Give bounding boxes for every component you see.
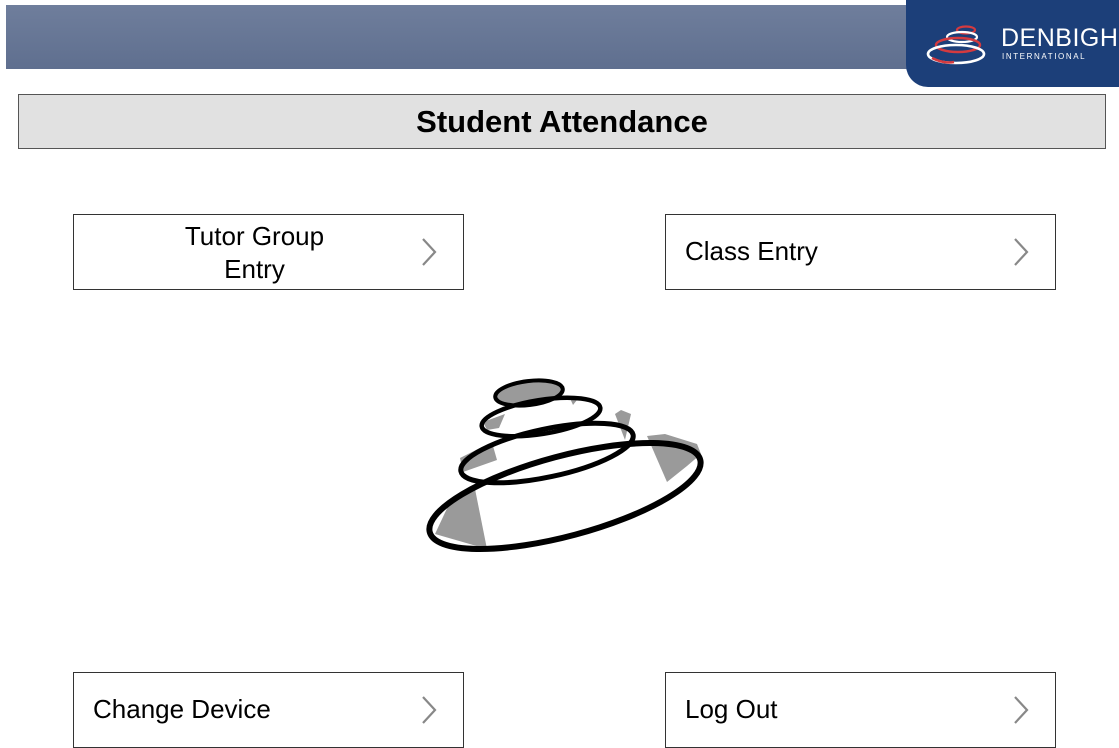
log-out-button[interactable]: Log Out — [665, 672, 1056, 748]
chevron-right-icon — [1014, 238, 1029, 266]
brand-badge: DENBIGH INTERNATIONAL — [906, 0, 1119, 87]
chevron-right-icon — [1014, 696, 1029, 724]
tutor-group-entry-button[interactable]: Tutor Group Entry — [73, 214, 464, 290]
chevron-right-icon — [422, 696, 437, 724]
page-title-bar: Student Attendance — [18, 94, 1106, 149]
page-title: Student Attendance — [416, 103, 708, 139]
change-device-label: Change Device — [93, 694, 271, 724]
tutor-group-label-line1: Tutor Group — [184, 221, 325, 251]
class-entry-label: Class Entry — [685, 236, 818, 266]
change-device-button[interactable]: Change Device — [73, 672, 464, 748]
brand-name: DENBIGH — [1001, 24, 1119, 52]
tutor-group-label-line2: Entry — [224, 254, 285, 284]
log-out-label: Log Out — [685, 694, 778, 724]
brand-subtitle: INTERNATIONAL — [1002, 52, 1087, 61]
denbigh-logo-icon — [426, 378, 704, 552]
class-entry-button[interactable]: Class Entry — [665, 214, 1056, 290]
denbigh-logo-icon — [926, 25, 986, 65]
chevron-right-icon — [422, 238, 437, 266]
